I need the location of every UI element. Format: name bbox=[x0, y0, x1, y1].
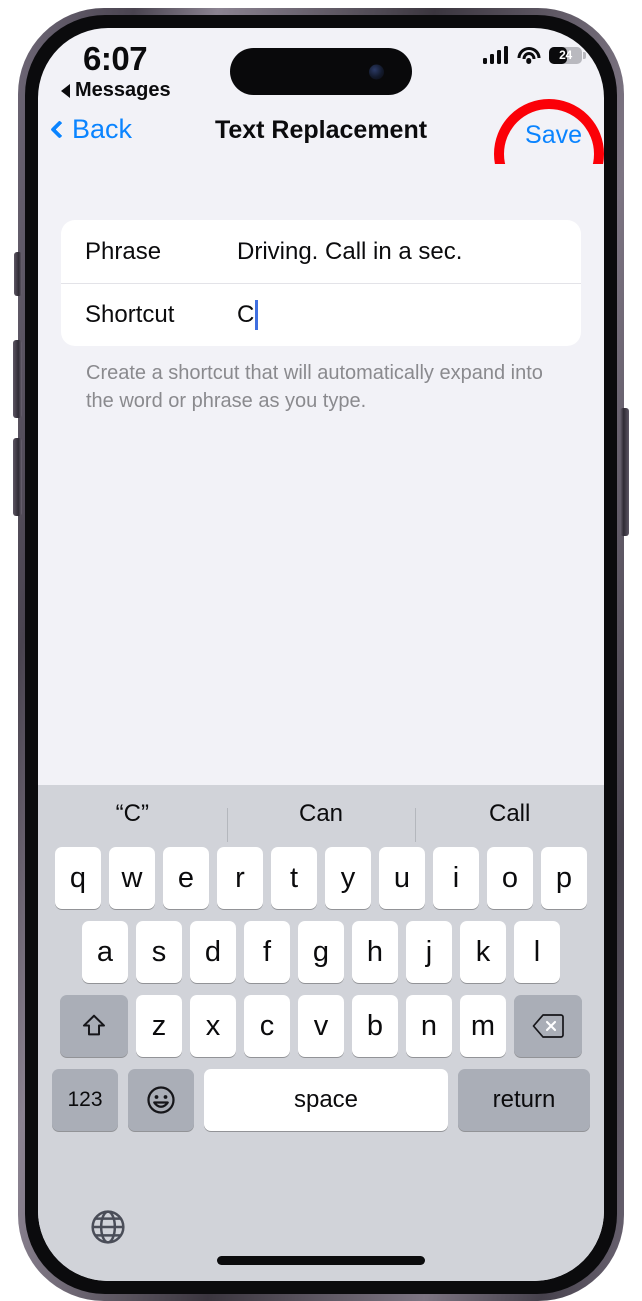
key-d[interactable]: d bbox=[190, 921, 236, 983]
key-m[interactable]: m bbox=[460, 995, 506, 1057]
keyboard-row-4: 123 space return bbox=[38, 1069, 604, 1131]
text-cursor bbox=[255, 300, 259, 330]
phrase-label: Phrase bbox=[85, 237, 162, 265]
navigation-bar: Back Text Replacement Save bbox=[38, 99, 604, 209]
key-f[interactable]: f bbox=[244, 921, 290, 983]
globe-key[interactable] bbox=[88, 1207, 128, 1247]
cellular-signal-icon bbox=[482, 46, 508, 64]
emoji-smiley-icon bbox=[147, 1086, 175, 1114]
silence-switch-button[interactable] bbox=[14, 252, 22, 296]
key-p[interactable]: p bbox=[541, 847, 587, 909]
power-button[interactable] bbox=[620, 408, 629, 536]
battery-percent-label: 24 bbox=[559, 48, 572, 62]
key-j[interactable]: j bbox=[406, 921, 452, 983]
key-g[interactable]: g bbox=[298, 921, 344, 983]
screenshot-root: 6:07 Messages 24 Back Text Replacement S… bbox=[0, 0, 642, 1301]
return-to-messages-chip[interactable]: Messages bbox=[61, 79, 171, 102]
key-y[interactable]: y bbox=[325, 847, 371, 909]
dynamic-island bbox=[230, 48, 412, 95]
key-e[interactable]: e bbox=[163, 847, 209, 909]
key-k[interactable]: k bbox=[460, 921, 506, 983]
form-hint-text: Create a shortcut that will automaticall… bbox=[86, 362, 543, 413]
front-camera-icon bbox=[369, 64, 384, 79]
globe-keyboard-switch-icon bbox=[91, 1210, 125, 1244]
battery-nub bbox=[583, 51, 586, 59]
key-a[interactable]: a bbox=[82, 921, 128, 983]
shift-key[interactable] bbox=[60, 995, 128, 1057]
keyboard-bottom-bar bbox=[38, 1193, 604, 1281]
status-time: 6:07 bbox=[83, 40, 148, 77]
delete-key[interactable] bbox=[514, 995, 582, 1057]
key-z[interactable]: z bbox=[136, 995, 182, 1057]
key-b[interactable]: b bbox=[352, 995, 398, 1057]
home-indicator bbox=[217, 1256, 425, 1265]
back-triangle-icon bbox=[61, 83, 70, 98]
wifi-icon bbox=[517, 46, 540, 64]
key-c[interactable]: c bbox=[244, 995, 290, 1057]
shortcut-field-row[interactable]: Shortcut C bbox=[61, 283, 581, 346]
key-t[interactable]: t bbox=[271, 847, 317, 909]
predictive-text-bar: “C” Can Call bbox=[38, 785, 604, 843]
return-to-app-label: Messages bbox=[75, 79, 171, 101]
delete-backspace-icon bbox=[532, 1014, 564, 1038]
prediction-2[interactable]: Call bbox=[415, 800, 604, 842]
key-u[interactable]: u bbox=[379, 847, 425, 909]
phrase-input[interactable]: Driving. Call in a sec. bbox=[237, 238, 462, 266]
volume-up-button[interactable] bbox=[13, 340, 22, 418]
shift-arrow-icon bbox=[82, 1014, 106, 1036]
key-i[interactable]: i bbox=[433, 847, 479, 909]
shortcut-input[interactable]: C bbox=[237, 301, 254, 329]
status-indicators: 24 bbox=[482, 46, 586, 64]
keyboard-row-2: asdfghjkl bbox=[38, 921, 604, 983]
key-w[interactable]: w bbox=[109, 847, 155, 909]
keyboard-row-1: qwertyuiop bbox=[38, 847, 604, 909]
key-h[interactable]: h bbox=[352, 921, 398, 983]
space-key[interactable]: space bbox=[204, 1069, 448, 1131]
status-bar: 6:07 Messages 24 bbox=[38, 28, 604, 102]
key-r[interactable]: r bbox=[217, 847, 263, 909]
key-v[interactable]: v bbox=[298, 995, 344, 1057]
settings-content: Phrase Driving. Call in a sec. Shortcut … bbox=[38, 164, 604, 785]
key-s[interactable]: s bbox=[136, 921, 182, 983]
key-l[interactable]: l bbox=[514, 921, 560, 983]
onscreen-keyboard: “C” Can Call qwertyuiop asdfghjkl zxcvbn… bbox=[38, 785, 604, 1281]
prediction-0[interactable]: “C” bbox=[38, 800, 227, 828]
key-x[interactable]: x bbox=[190, 995, 236, 1057]
volume-down-button[interactable] bbox=[13, 438, 22, 516]
phrase-field-row[interactable]: Phrase Driving. Call in a sec. bbox=[61, 220, 581, 283]
iphone-screen: 6:07 Messages 24 Back Text Replacement S… bbox=[38, 28, 604, 1281]
return-key[interactable]: return bbox=[458, 1069, 590, 1131]
text-replacement-form: Phrase Driving. Call in a sec. Shortcut … bbox=[61, 220, 581, 346]
prediction-1[interactable]: Can bbox=[226, 800, 416, 842]
numbers-key[interactable]: 123 bbox=[52, 1069, 118, 1131]
key-q[interactable]: q bbox=[55, 847, 101, 909]
emoji-key[interactable] bbox=[128, 1069, 194, 1131]
shortcut-label: Shortcut bbox=[85, 301, 175, 328]
battery-icon: 24 bbox=[549, 46, 586, 64]
keyboard-row-3: zxcvbnm bbox=[38, 995, 604, 1057]
key-n[interactable]: n bbox=[406, 995, 452, 1057]
key-o[interactable]: o bbox=[487, 847, 533, 909]
